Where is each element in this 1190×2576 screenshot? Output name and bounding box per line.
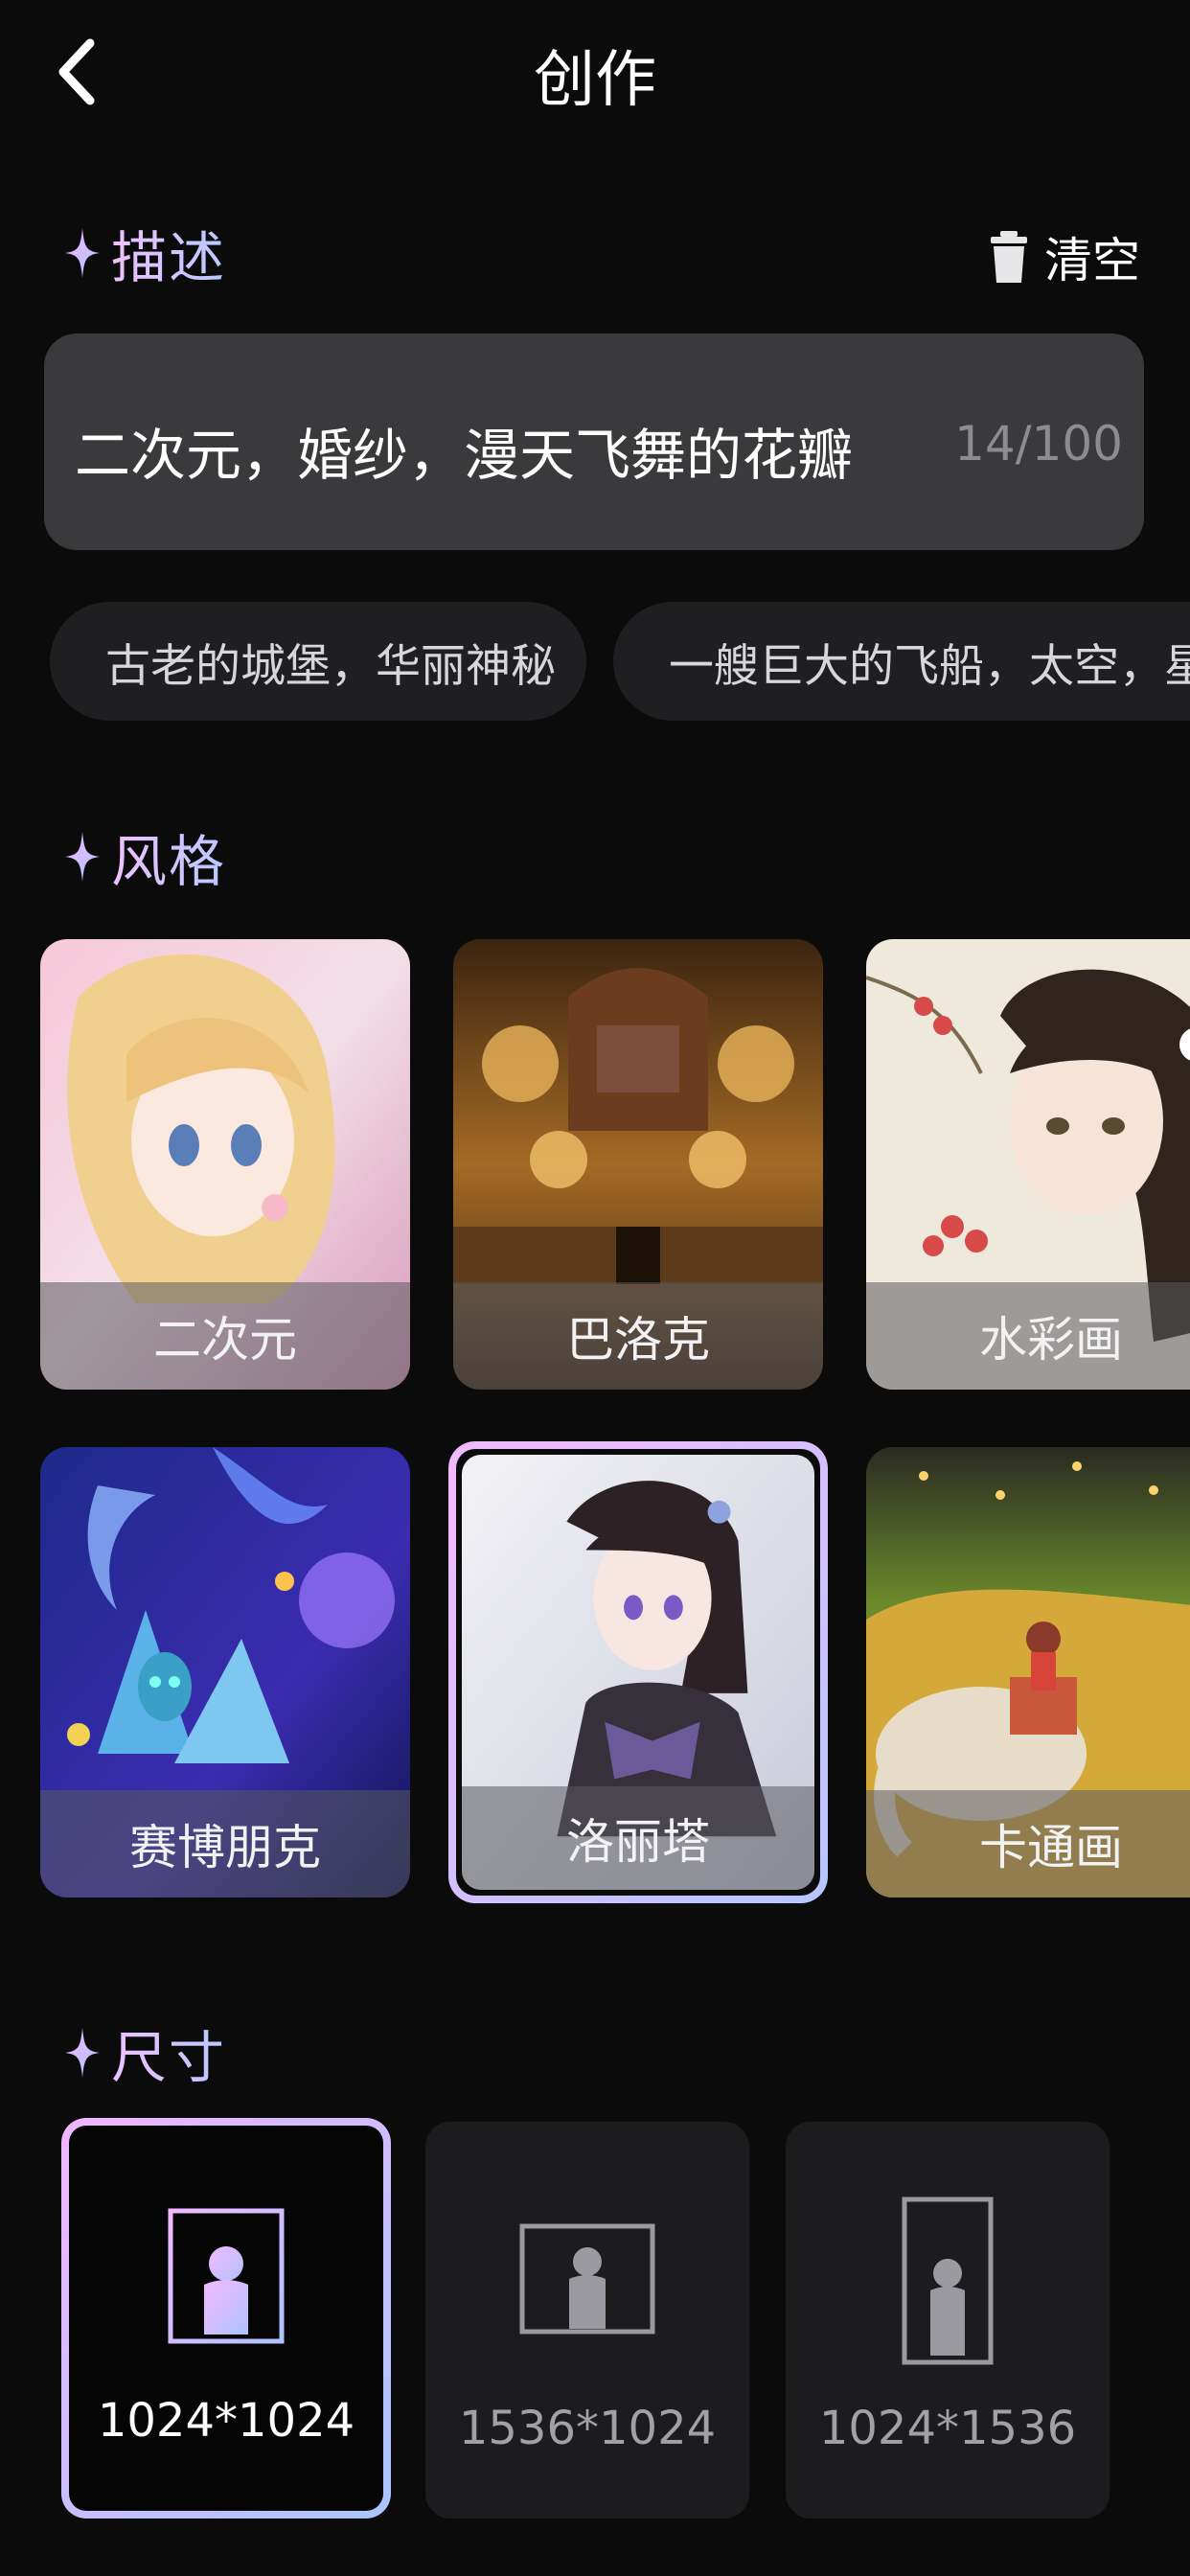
style-label: 二次元 (40, 1282, 410, 1390)
style-card-baroque[interactable]: 巴洛克 (453, 939, 823, 1390)
header: 创作 (0, 0, 1190, 144)
style-title-label: 风格 (111, 816, 226, 897)
tall-portrait-icon (902, 2196, 994, 2365)
size-option-portrait[interactable]: 1024*1536 (786, 2122, 1110, 2518)
description-title-label: 描述 (111, 213, 226, 293)
style-label: 赛博朋克 (40, 1790, 410, 1898)
page-title: 创作 (534, 45, 656, 116)
style-card-lolita[interactable]: 洛丽塔 (448, 1441, 828, 1903)
style-card-cartoon[interactable]: 卡通画 (866, 1447, 1190, 1898)
style-label: 巴洛克 (453, 1282, 823, 1390)
size-title-label: 尺寸 (111, 2012, 226, 2093)
style-label: 洛丽塔 (462, 1786, 814, 1890)
style-card-watercolor[interactable]: 水彩画 (866, 939, 1190, 1390)
size-option-landscape[interactable]: 1536*1024 (425, 2122, 749, 2518)
size-label: 1024*1536 (818, 2402, 1077, 2455)
selected-style-frame: 洛丽塔 (462, 1455, 814, 1890)
suggestion-chips: 古老的城堡，华丽神秘 一艘巨大的飞船，太空，星星 (50, 602, 1190, 721)
style-card-anime[interactable]: 二次元 (40, 939, 410, 1390)
style-label: 水彩画 (866, 1282, 1190, 1390)
clear-label: 清空 (1044, 233, 1140, 288)
size-section-title: 尺寸 (63, 2012, 226, 2093)
size-option-square[interactable]: 1024*1024 (61, 2118, 391, 2518)
suggestion-chip[interactable]: 一艘巨大的飞船，太空，星星 (613, 602, 1190, 721)
landscape-portrait-icon (519, 2223, 655, 2334)
description-input[interactable]: 二次元，婚纱，漫天飞舞的花瓣 14/100 (44, 334, 1144, 550)
sparkle-icon (65, 832, 100, 882)
description-text: 二次元，婚纱，漫天飞舞的花瓣 (75, 423, 854, 488)
size-label: 1024*1024 (97, 2394, 355, 2448)
create-page: 创作 描述 清空 二次元，婚纱，漫天飞舞的花瓣 14/100 古老的城堡，华丽神… (0, 0, 1190, 2576)
clear-button[interactable]: 清空 (991, 222, 1140, 291)
description-section-title: 描述 (63, 213, 226, 293)
square-portrait-icon (168, 2208, 285, 2344)
style-label: 卡通画 (866, 1790, 1190, 1898)
character-count: 14/100 (954, 416, 1123, 472)
sparkle-icon (65, 228, 100, 278)
style-card-cyberpunk[interactable]: 赛博朋克 (40, 1447, 410, 1898)
style-grid: 二次元 巴洛克 水彩画 赛博朋克 洛丽塔 卡通画 (0, 939, 1190, 1907)
trash-icon (991, 231, 1027, 283)
sparkle-icon (65, 2028, 100, 2078)
size-label: 1536*1024 (458, 2402, 717, 2455)
style-section-title: 风格 (63, 816, 226, 897)
suggestion-chip[interactable]: 古老的城堡，华丽神秘 (50, 602, 586, 721)
